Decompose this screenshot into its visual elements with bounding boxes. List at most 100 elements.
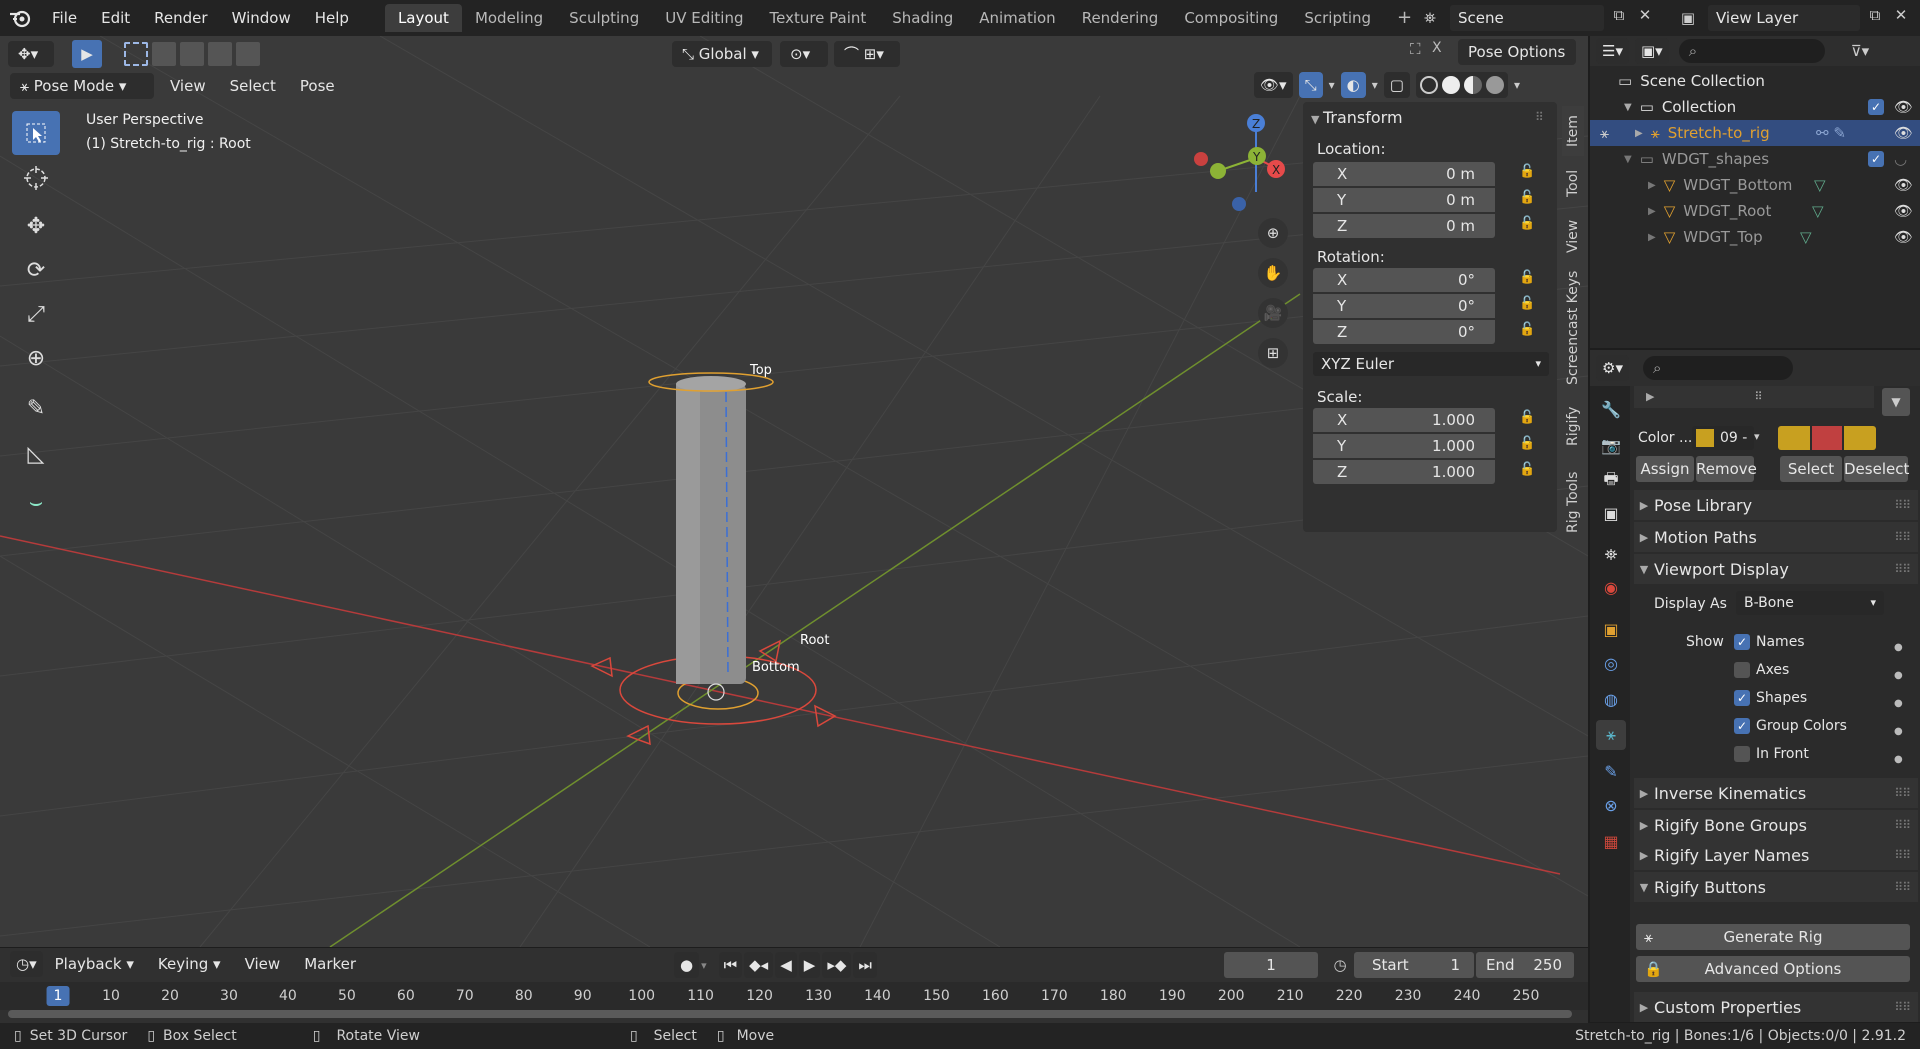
tool-tab-icon[interactable]: 🔧 xyxy=(1596,394,1626,424)
rotation-mode-select[interactable]: XYZ Euler ▾ xyxy=(1313,352,1549,376)
include-checkbox[interactable]: ✓ xyxy=(1868,151,1884,167)
expand-arrow-icon[interactable]: ▶ xyxy=(1648,180,1656,191)
close-view-layer-icon[interactable]: ✕ xyxy=(1890,6,1912,28)
rotation-x-field[interactable]: X 0° xyxy=(1313,268,1495,292)
start-frame-field[interactable]: Start 1 xyxy=(1354,952,1474,978)
current-frame-marker[interactable]: 1 xyxy=(46,986,70,1006)
measure-tool-icon[interactable]: ◺ xyxy=(12,432,60,476)
texture-tab-icon[interactable]: ▦ xyxy=(1596,826,1626,856)
outliner-row[interactable]: ▭ Scene Collection xyxy=(1590,68,1920,94)
expand-arrow-icon[interactable]: ▼ xyxy=(1624,102,1632,113)
keyframe-dots[interactable]: ● ● ● ● ● xyxy=(1894,634,1903,774)
tab-texture-paint[interactable]: Texture Paint xyxy=(756,4,879,32)
properties-search-input[interactable]: ⌕ xyxy=(1642,356,1793,380)
output-tab-icon[interactable]: 🖶 xyxy=(1596,466,1626,496)
current-frame-field[interactable]: 1 xyxy=(1224,952,1318,978)
rendered-shading-icon[interactable] xyxy=(1485,76,1504,94)
visibility-eye-icon[interactable]: 👁 xyxy=(1894,176,1913,194)
copy-scene-icon[interactable]: ⧉ xyxy=(1608,6,1630,28)
editor-type-icon[interactable]: ⚙▾ xyxy=(1596,355,1629,381)
tab-view[interactable]: View xyxy=(1562,211,1584,261)
menu-keying[interactable]: Keying ▾ xyxy=(146,948,233,980)
material-shading-icon[interactable] xyxy=(1463,76,1482,94)
pan-hand-icon[interactable]: ✋ xyxy=(1258,258,1288,288)
select-extend-icon[interactable] xyxy=(152,42,176,66)
editor-type-icon[interactable]: ✥▾ xyxy=(8,41,54,67)
bone-tab-icon[interactable]: ✎ xyxy=(1596,756,1626,786)
visibility-eye-icon[interactable]: 👁 xyxy=(1894,98,1913,116)
hidden-eye-icon[interactable]: ◡ xyxy=(1894,150,1907,168)
tab-modeling[interactable]: Modeling xyxy=(462,4,556,32)
solid-shading-icon[interactable] xyxy=(1441,76,1460,94)
menu-edit[interactable]: Edit xyxy=(89,0,142,36)
jump-end-icon[interactable]: ⏭ xyxy=(853,952,877,978)
pose-options-dropdown[interactable]: Pose Options ▾ xyxy=(1458,39,1576,87)
scene-icon[interactable]: ⛯ xyxy=(1410,9,1450,27)
panel-grip-icon[interactable]: ⠿ xyxy=(1535,110,1544,124)
blender-logo-icon[interactable] xyxy=(0,0,40,36)
lock-icon[interactable]: 🔓 xyxy=(1519,462,1537,480)
transform-tool-icon[interactable]: ⊕ xyxy=(12,336,60,380)
select-new-icon[interactable] xyxy=(124,42,148,66)
xray-gizmo-icon[interactable]: ⛶ xyxy=(1410,40,1432,58)
3d-viewport[interactable]: Top Root Bottom X Z Y ✥▾ ▶ ⤡ Global ▾ ⊙▾… xyxy=(0,36,1588,947)
group-colors-checkbox[interactable]: ✓ Group Colors xyxy=(1734,718,1847,734)
relax-pose-tool-icon[interactable]: ⌣ xyxy=(12,480,60,524)
mode-select[interactable]: ⚹ Pose Mode ▾ xyxy=(10,73,154,99)
filter-icon[interactable]: ⊽▾ xyxy=(1851,42,1870,60)
gizmo-toggle-icon[interactable]: ⤡ xyxy=(1298,72,1323,98)
expand-arrow-icon[interactable]: ▶ xyxy=(1648,206,1656,217)
tab-scripting[interactable]: Scripting xyxy=(1291,4,1384,32)
lock-icon[interactable]: 🔓 xyxy=(1519,296,1537,314)
panel-inverse-kinematics[interactable]: ▶ Inverse Kinematics ⠿⠿ xyxy=(1634,778,1918,808)
lock-icon[interactable]: 🔓 xyxy=(1519,410,1537,428)
normal-color-swatch[interactable] xyxy=(1778,426,1810,450)
panel-rigify-bone-groups[interactable]: ▶ Rigify Bone Groups ⠿⠿ xyxy=(1634,810,1918,840)
pivot-point-icon[interactable]: ⊙▾ xyxy=(780,41,828,67)
shapes-checkbox[interactable]: ✓ Shapes xyxy=(1734,690,1807,706)
tab-compositing[interactable]: Compositing xyxy=(1171,4,1291,32)
visibility-icon[interactable]: 👁▾ xyxy=(1254,72,1293,98)
color-set-select[interactable]: 09 - xyxy=(1692,426,1754,450)
play-reverse-icon[interactable]: ◀ xyxy=(775,952,797,978)
panel-pose-library[interactable]: ▶ Pose Library ⠿⠿ xyxy=(1634,490,1918,520)
outliner-row[interactable]: ▼ ▭ Collection ✓ 👁 xyxy=(1590,94,1920,120)
outliner-row[interactable]: ▼ ▭ WDGT_shapes ✓ ◡ xyxy=(1590,146,1920,172)
menu-window[interactable]: Window xyxy=(220,0,303,36)
menu-file[interactable]: File xyxy=(40,0,89,36)
location-z-field[interactable]: Z 0 m xyxy=(1313,214,1495,238)
outliner-row-selected[interactable]: ⚹ ▶ ⚹ Stretch-to_rig ⚯ ✎ 👁 xyxy=(1590,120,1920,146)
tab-shading[interactable]: Shading xyxy=(879,4,966,32)
annotate-tool-icon[interactable]: ✎ xyxy=(12,386,60,430)
tab-rig-tools[interactable]: Rig Tools xyxy=(1562,462,1584,542)
close-scene-icon[interactable]: ✕ xyxy=(1634,6,1656,28)
menu-pose[interactable]: Pose xyxy=(288,70,347,102)
scale-x-field[interactable]: X 1.000 xyxy=(1313,408,1495,432)
object-tab-icon[interactable]: ▣ xyxy=(1596,614,1626,644)
outliner-search-input[interactable]: ⌕ xyxy=(1678,39,1825,63)
editor-type-icon[interactable]: ☰▾ xyxy=(1596,38,1629,64)
remove-button[interactable]: Remove xyxy=(1696,456,1757,482)
visibility-eye-icon[interactable]: 👁 xyxy=(1894,228,1913,246)
menu-playback[interactable]: Playback ▾ xyxy=(43,948,146,980)
display-mode-icon[interactable]: ▣▾ xyxy=(1634,38,1669,64)
scale-tool-icon[interactable]: ⤢ xyxy=(12,292,60,336)
cursor-tool-icon[interactable] xyxy=(12,156,60,200)
panel-rigify-layer-names[interactable]: ▶ Rigify Layer Names ⠿⠿ xyxy=(1634,840,1918,870)
menu-select[interactable]: Select xyxy=(218,70,288,102)
overlay-toggle-icon[interactable]: ◐ xyxy=(1340,72,1366,98)
physics-tab-icon[interactable]: ◍ xyxy=(1596,684,1626,714)
view-layer-tab-icon[interactable]: ▣ xyxy=(1596,498,1626,528)
prev-keyframe-icon[interactable]: ◆◂ xyxy=(744,952,774,978)
tab-rendering[interactable]: Rendering xyxy=(1069,4,1172,32)
specials-menu-icon[interactable]: ▼ xyxy=(1882,388,1910,416)
scene-tab-icon[interactable]: ⛯ xyxy=(1596,540,1626,570)
camera-view-icon[interactable]: 🎥 xyxy=(1258,298,1288,328)
select-intersect-icon[interactable] xyxy=(236,42,260,66)
navigation-gizmo[interactable]: X Z Y xyxy=(1194,114,1285,211)
outliner-row[interactable]: ▶ ▽ WDGT_Top ▽ 👁 xyxy=(1590,224,1920,250)
wireframe-shading-icon[interactable] xyxy=(1419,76,1438,94)
modifier-tab-icon[interactable]: ◎ xyxy=(1596,648,1626,678)
active-color-swatch[interactable] xyxy=(1844,426,1876,450)
visibility-eye-icon[interactable]: 👁 xyxy=(1894,124,1913,142)
